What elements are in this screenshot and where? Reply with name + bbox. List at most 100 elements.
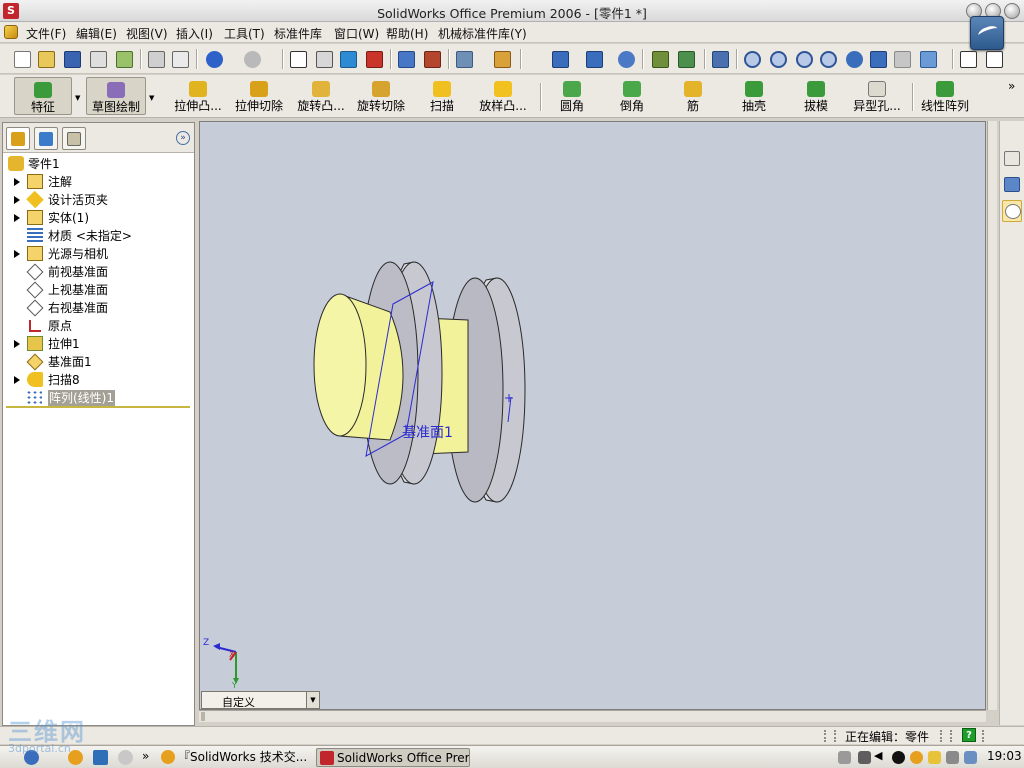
rotate-icon[interactable] (846, 51, 863, 68)
menu-standard-library[interactable]: 标准件库 (274, 25, 322, 42)
media-icon[interactable] (118, 750, 133, 765)
tree-item-linear-pattern1[interactable]: 阵列(线性)1 (3, 389, 194, 407)
select-other-icon[interactable] (316, 51, 333, 68)
chamfer-button[interactable]: 倒角 (615, 77, 649, 115)
view-orientation-dropdown[interactable]: 自定义 ▼ (201, 691, 320, 709)
part-model[interactable] (200, 122, 987, 711)
menu-view[interactable]: 视图(V) (126, 25, 168, 42)
tree-item-material[interactable]: 材质 <未指定> (3, 227, 194, 245)
redo-icon[interactable] (244, 51, 261, 68)
menu-window[interactable]: 窗口(W) (334, 25, 379, 42)
scrollbar-thumb[interactable] (201, 712, 205, 721)
rebuild-icon[interactable] (366, 51, 383, 68)
toolbar-overflow-icon[interactable]: » (1008, 79, 1015, 93)
draft-button[interactable]: 拔模 (798, 77, 834, 115)
view-tools-icon[interactable] (712, 51, 729, 68)
taskbar-button-forum[interactable]: 『SolidWorks 技术交... (158, 748, 308, 767)
options-icon[interactable] (456, 51, 473, 68)
word-icon[interactable] (93, 750, 108, 765)
magnifier-page-icon[interactable] (172, 51, 189, 68)
tree-item-right-plane[interactable]: 右视基准面 (3, 299, 194, 317)
clock[interactable]: 19:03 (987, 749, 1022, 763)
print-preview-icon[interactable] (116, 51, 133, 68)
revolve-cut-button[interactable]: 旋转切除 (354, 77, 408, 115)
pan-icon[interactable] (870, 51, 887, 68)
save-icon[interactable] (64, 51, 81, 68)
panel-collapse-button[interactable]: » (176, 131, 190, 145)
zoom-area-icon[interactable] (770, 51, 787, 68)
mate-icon[interactable] (652, 51, 669, 68)
print-icon[interactable] (90, 51, 107, 68)
expand-arrow-icon[interactable] (14, 196, 20, 204)
menu-help[interactable]: 帮助(H) (386, 25, 428, 42)
close-button[interactable] (1004, 3, 1020, 19)
macro-icon[interactable] (494, 51, 511, 68)
tree-item-lights-cameras[interactable]: 光源与相机 (3, 245, 194, 263)
extrude-boss-button[interactable]: 拉伸凸... (170, 77, 226, 115)
firefox-tray-icon[interactable] (910, 751, 923, 764)
chevron-down-icon[interactable]: ▼ (75, 94, 80, 102)
sweep-button[interactable]: 扫描 (424, 77, 460, 115)
graphics-viewport[interactable]: 基准面1 Z X Y (199, 121, 986, 710)
task-pane-search-button[interactable] (1002, 200, 1022, 222)
expand-arrow-icon[interactable] (14, 178, 20, 186)
zoom-to-fit-icon[interactable] (744, 51, 761, 68)
tab-property-manager[interactable] (34, 127, 58, 150)
tree-item-sweep8[interactable]: 扫描8 (3, 371, 194, 389)
rollback-bar[interactable] (6, 406, 190, 408)
tree-item-extrude1[interactable]: 拉伸1 (3, 335, 194, 353)
undo-icon[interactable] (206, 51, 223, 68)
extrude-cut-button[interactable]: 拉伸切除 (232, 77, 286, 115)
printer-icon[interactable] (148, 51, 165, 68)
tree-item-plane1[interactable]: 基准面1 (3, 353, 194, 371)
hole-wizard-button[interactable]: 异型孔... (849, 77, 905, 115)
quicklaunch-overflow-icon[interactable]: » (142, 749, 149, 763)
roll-view-icon[interactable] (894, 51, 911, 68)
input-method-icon[interactable] (858, 751, 871, 764)
expand-arrow-icon[interactable] (14, 376, 20, 384)
tab-feature-manager[interactable] (6, 127, 30, 150)
menu-tools[interactable]: 工具(T) (224, 25, 265, 42)
menu-mech-library[interactable]: 机械标准件库(Y) (438, 25, 527, 42)
horizontal-scrollbar[interactable] (199, 710, 986, 722)
zoom-selection-icon[interactable] (820, 51, 837, 68)
volume-icon[interactable] (964, 751, 977, 764)
feature-scope-icon[interactable] (678, 51, 695, 68)
select-icon[interactable] (290, 51, 307, 68)
wireframe-icon[interactable] (960, 51, 977, 68)
tree-item-front-plane[interactable]: 前视基准面 (3, 263, 194, 281)
linear-pattern-button[interactable]: 线性阵列 (918, 77, 972, 115)
taskbar-button-solidworks[interactable]: SolidWorks Office Premi... (316, 748, 470, 767)
tree-item-design-binder[interactable]: 设计活页夹 (3, 190, 194, 209)
tree-item-top-plane[interactable]: 上视基准面 (3, 281, 194, 299)
tree-item-part[interactable]: 零件1 (3, 155, 194, 173)
solidworks-logo-icon[interactable] (4, 25, 18, 39)
ie-icon[interactable] (24, 750, 39, 765)
security-icon[interactable] (928, 751, 941, 764)
open-icon[interactable] (38, 51, 55, 68)
chevron-down-icon[interactable]: ▼ (306, 692, 319, 708)
tree-item-origin[interactable]: 原点 (3, 317, 194, 335)
tab-configuration-manager[interactable] (62, 127, 86, 150)
mold-icon[interactable] (618, 51, 635, 68)
network-icon[interactable] (946, 751, 959, 764)
rib-button[interactable]: 筋 (678, 77, 708, 115)
tray-arrow-icon[interactable]: ◀ (874, 749, 882, 762)
firefox-icon[interactable] (68, 750, 83, 765)
chevron-down-icon[interactable]: ▼ (149, 94, 154, 102)
brick-icon[interactable] (424, 51, 441, 68)
sheet-metal-icon[interactable] (586, 51, 603, 68)
features-tab-button[interactable]: 特征 (14, 77, 72, 115)
weld-icon[interactable] (552, 51, 569, 68)
new-icon[interactable] (14, 51, 31, 68)
vertical-scrollbar[interactable] (987, 121, 997, 710)
keyboard-icon[interactable] (838, 751, 851, 764)
task-pane-home-button[interactable] (1002, 148, 1022, 170)
task-pane-resources-button[interactable] (1002, 174, 1022, 196)
grid-icon[interactable] (398, 51, 415, 68)
tree-item-annotations[interactable]: 注解 (3, 173, 194, 191)
revolve-boss-button[interactable]: 旋转凸... (293, 77, 349, 115)
tree-item-solid-bodies[interactable]: 实体(1) (3, 209, 194, 227)
menu-insert[interactable]: 插入(I) (176, 25, 213, 42)
expand-arrow-icon[interactable] (14, 340, 20, 348)
